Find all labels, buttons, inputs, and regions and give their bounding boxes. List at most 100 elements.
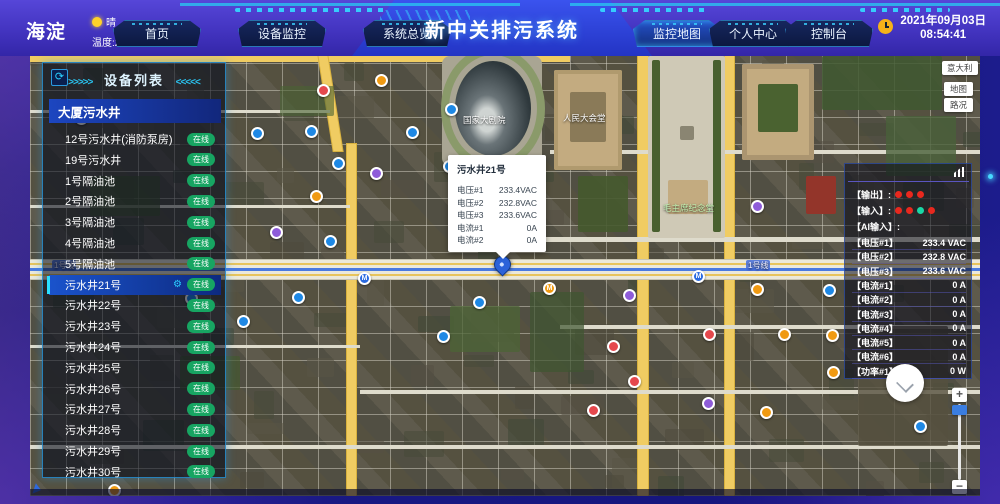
online-status-badge: 在线 xyxy=(187,445,215,458)
map-city-block xyxy=(254,391,274,419)
map-poi-metro-marker[interactable]: M xyxy=(358,272,371,285)
telemetry-row: 【电流#4】0 A xyxy=(852,322,966,336)
device-list-item[interactable]: 污水井22号⚙在线 xyxy=(49,295,221,315)
device-list-item[interactable]: 2号隔油池⚙在线 xyxy=(49,191,221,211)
clock-icon xyxy=(878,19,893,34)
map-poi-red-marker[interactable] xyxy=(607,340,620,353)
collapse-panel-button[interactable] xyxy=(886,364,924,402)
gear-icon[interactable]: ⚙ xyxy=(173,279,182,290)
device-name: 12号污水井(消防泵房) xyxy=(65,131,187,147)
device-list-item[interactable]: 污水井29号⚙在线 xyxy=(49,441,221,461)
nav-控制台[interactable]: 控制台 xyxy=(785,20,873,47)
popup-row: 电流#20A xyxy=(457,234,537,247)
zoom-in-button[interactable]: + xyxy=(952,388,967,402)
device-name: 污水井21号 xyxy=(65,277,173,293)
device-list-item[interactable]: 污水井25号⚙在线 xyxy=(49,358,221,378)
device-list-item[interactable]: 19号污水井⚙在线 xyxy=(49,150,221,170)
device-list-item[interactable]: 1号隔油池⚙在线 xyxy=(49,171,221,191)
map-poi-orange-marker[interactable] xyxy=(826,329,839,342)
device-list-item[interactable]: 污水井27号⚙在线 xyxy=(49,399,221,419)
device-list-item[interactable]: 污水井24号⚙在线 xyxy=(49,337,221,357)
map-layer-button-地图[interactable]: 地图 xyxy=(944,82,973,96)
device-list-item[interactable]: 污水井28号⚙在线 xyxy=(49,420,221,440)
map-label: 国家大剧院 xyxy=(463,114,506,126)
device-list-item[interactable]: 污水井21号⚙在线 xyxy=(49,275,221,295)
map-poi-metro-orange-marker[interactable]: M xyxy=(543,282,556,295)
telemetry-panel: 【输出】: 【输入】: 【AI输入】: 【电压#1】233.4 VAC【电压#2… xyxy=(844,163,972,379)
map-poi-blue-marker[interactable] xyxy=(332,157,345,170)
nav-监控地图[interactable]: 监控地图 xyxy=(633,20,721,47)
map-poi-orange-marker[interactable] xyxy=(751,283,764,296)
map-poi-blue-marker[interactable] xyxy=(251,127,264,140)
telemetry-row: 【电压#1】233.4 VAC xyxy=(852,236,966,250)
map-poi-orange-marker[interactable] xyxy=(827,366,840,379)
map-poi-blue-marker[interactable] xyxy=(324,235,337,248)
status-dot-red xyxy=(917,191,924,198)
device-list-item[interactable]: 污水井30号⚙在线 xyxy=(49,462,221,482)
online-status-badge: 在线 xyxy=(187,361,215,374)
device-list-item[interactable]: 4号隔油池⚙在线 xyxy=(49,233,221,253)
telemetry-value: 0 A xyxy=(952,309,966,319)
device-list-item[interactable]: 3号隔油池⚙在线 xyxy=(49,212,221,232)
map-poi-orange-marker[interactable] xyxy=(310,190,323,203)
map-poi-blue-marker[interactable] xyxy=(445,103,458,116)
map-poi-purple-marker[interactable] xyxy=(751,200,764,213)
online-status-badge: 在线 xyxy=(187,382,215,395)
map-poi-metro-marker[interactable]: M xyxy=(692,270,705,283)
map-city-block xyxy=(337,96,374,119)
nav-设备监控[interactable]: 设备监控 xyxy=(238,20,326,47)
monitoring-map[interactable]: 国家大剧院人民大会堂毛主席纪念堂1号线1号线 MMM 污水井21号 电压#123… xyxy=(30,56,980,496)
map-layer-button-路况[interactable]: 路况 xyxy=(944,98,973,112)
map-poi-red-marker[interactable] xyxy=(317,84,330,97)
device-list-item[interactable]: 污水井26号⚙在线 xyxy=(49,379,221,399)
map-poi-orange-marker[interactable] xyxy=(778,328,791,341)
map-city-block xyxy=(224,182,264,206)
device-name: 污水井27号 xyxy=(65,401,187,417)
device-list-item[interactable]: 12号污水井(消防泵房)⚙在线 xyxy=(49,129,221,149)
map-poi-purple-marker[interactable] xyxy=(623,289,636,302)
nav-个人中心[interactable]: 个人中心 xyxy=(709,20,797,47)
map-poi-purple-marker[interactable] xyxy=(270,226,283,239)
map-poi-blue-marker[interactable] xyxy=(292,291,305,304)
map-poi-purple-marker[interactable] xyxy=(370,167,383,180)
nav-首页[interactable]: 首页 xyxy=(113,20,201,47)
device-name: 污水井26号 xyxy=(65,381,187,397)
map-poi-blue-marker[interactable] xyxy=(437,330,450,343)
map-poi-orange-marker[interactable] xyxy=(760,406,773,419)
map-attribution-strip xyxy=(30,489,980,496)
map-poi-blue-marker[interactable] xyxy=(914,420,927,433)
device-list-item[interactable]: 5号隔油池⚙在线 xyxy=(49,254,221,274)
online-status-badge: 在线 xyxy=(187,216,215,229)
bar-chart-icon[interactable] xyxy=(954,167,966,177)
popup-row: 电压#3233.6VAC xyxy=(457,209,537,222)
map-poi-purple-marker[interactable] xyxy=(702,397,715,410)
map-city-block xyxy=(769,439,804,462)
map-poi-red-marker[interactable] xyxy=(703,328,716,341)
map-poi-blue-marker[interactable] xyxy=(473,296,486,309)
zoom-slider-handle[interactable] xyxy=(952,405,967,415)
zoom-slider-track[interactable] xyxy=(958,404,961,480)
map-poi-blue-marker[interactable] xyxy=(823,284,836,297)
status-dot-red xyxy=(906,207,913,214)
device-list-item[interactable]: 污水井23号⚙在线 xyxy=(49,316,221,336)
map-poi-orange-marker[interactable] xyxy=(375,74,388,87)
map-poi-red-marker[interactable] xyxy=(587,404,600,417)
map-city-block xyxy=(963,132,980,147)
map-poi-blue-marker[interactable] xyxy=(305,125,318,138)
telemetry-label: 【电压#1】 xyxy=(852,236,898,249)
sun-icon xyxy=(92,17,102,27)
map-label: 1号线 xyxy=(746,260,770,271)
popup-row: 电流#10A xyxy=(457,222,537,235)
map-poi-red-marker[interactable] xyxy=(628,375,641,388)
status-dot-red xyxy=(895,191,902,198)
device-name: 污水井24号 xyxy=(65,339,187,355)
map-poi-blue-marker[interactable] xyxy=(406,126,419,139)
status-dot-red xyxy=(895,207,902,214)
online-status-badge: 在线 xyxy=(187,237,215,250)
map-poi-blue-marker[interactable] xyxy=(237,315,250,328)
telemetry-value: 0 A xyxy=(952,295,966,305)
app-title: 新中关排污系统 xyxy=(425,14,579,43)
popup-row-value: 0A xyxy=(527,234,537,247)
device-group-header[interactable]: 大厦污水井 xyxy=(49,99,221,123)
output-indicator-row: 【输出】: xyxy=(852,188,966,201)
